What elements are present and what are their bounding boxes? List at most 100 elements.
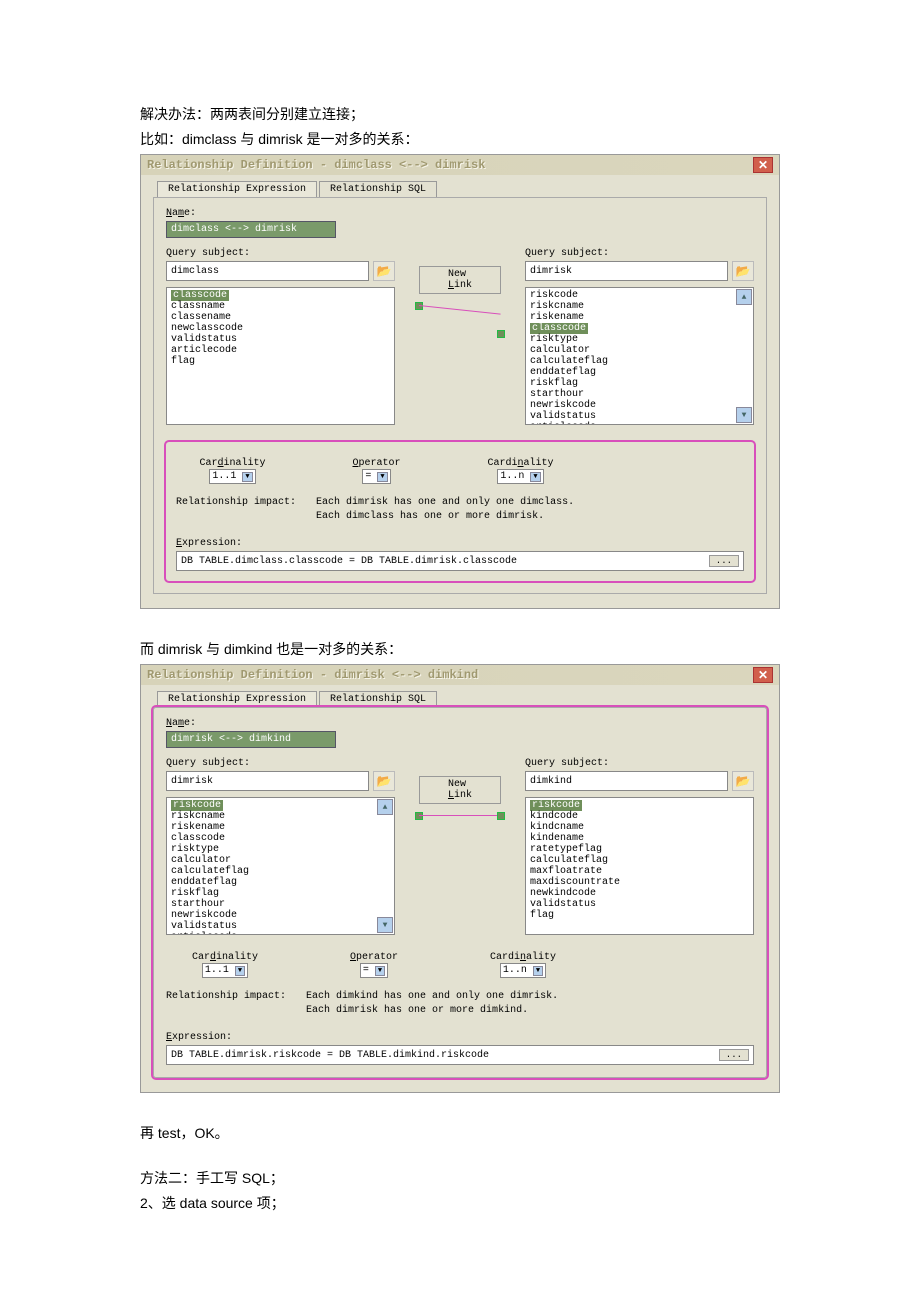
list-item[interactable]: risktype — [530, 334, 749, 345]
impact-text: Each dimrisk has one or more dimkind. — [306, 1004, 558, 1018]
list-item[interactable]: riskcode — [530, 290, 749, 301]
doc-line: 方法二：手工写 SQL； — [140, 1168, 780, 1189]
list-item[interactable]: validstatus — [530, 411, 749, 422]
right-fields-list[interactable]: riskcoderiskcnameriskenameclasscoderiskt… — [525, 287, 754, 425]
operator-select[interactable]: =▼ — [362, 469, 390, 484]
tab-sql[interactable]: Relationship SQL — [319, 691, 437, 707]
list-item[interactable]: classcode — [171, 290, 229, 301]
query-subject-label: Query subject: — [166, 248, 395, 259]
right-subject-combo[interactable]: dimkind — [525, 771, 728, 791]
list-item[interactable]: maxdiscountrate — [530, 877, 749, 888]
doc-line: 比如：dimclass 与 dimrisk 是一对多的关系： — [140, 129, 780, 150]
expression-edit-button[interactable]: ... — [719, 1049, 749, 1061]
scroll-down-icon[interactable]: ▼ — [736, 407, 752, 423]
link-node — [415, 812, 423, 820]
close-button[interactable]: ✕ — [753, 157, 773, 173]
list-item[interactable]: classcode — [171, 833, 390, 844]
left-subject-combo[interactable]: dimclass — [166, 261, 369, 281]
list-item[interactable]: maxfloatrate — [530, 866, 749, 877]
expression-value[interactable]: DB TABLE.dimclass.classcode = DB TABLE.d… — [181, 556, 517, 567]
list-item[interactable]: riskflag — [171, 888, 390, 899]
expression-label: Expression: — [166, 1032, 754, 1043]
right-fields-list[interactable]: riskcodekindcodekindcnamekindenameratety… — [525, 797, 754, 935]
expression-edit-button[interactable]: ... — [709, 555, 739, 567]
list-item[interactable]: riskcname — [171, 811, 390, 822]
left-cardinality[interactable]: 1..1▼ — [209, 469, 255, 484]
right-subject-combo[interactable]: dimrisk — [525, 261, 728, 281]
list-item[interactable]: articlecode — [171, 932, 390, 935]
left-fields-list[interactable]: riskcoderiskcnameriskenameclasscoderiskt… — [166, 797, 395, 935]
expression-value[interactable]: DB TABLE.dimrisk.riskcode = DB TABLE.dim… — [171, 1050, 489, 1061]
list-item[interactable]: validstatus — [171, 334, 390, 345]
browse-button[interactable]: 📂 — [732, 261, 754, 281]
list-item[interactable]: classname — [171, 301, 390, 312]
dialog-title: Relationship Definition - dimclass <--> … — [147, 158, 485, 172]
list-item[interactable]: riskflag — [530, 378, 749, 389]
list-item[interactable]: newriskcode — [530, 400, 749, 411]
list-item[interactable]: kindcode — [530, 811, 749, 822]
browse-button[interactable]: 📂 — [373, 261, 395, 281]
list-item[interactable]: starthour — [171, 899, 390, 910]
list-item[interactable]: risktype — [171, 844, 390, 855]
list-item[interactable]: calculateflag — [171, 866, 390, 877]
list-item[interactable]: kindename — [530, 833, 749, 844]
left-fields-list[interactable]: classcodeclassnameclassenamenewclasscode… — [166, 287, 395, 425]
name-input[interactable]: dimclass <--> dimrisk — [166, 221, 336, 238]
chevron-down-icon: ▼ — [533, 966, 543, 976]
right-cardinality[interactable]: 1..n▼ — [500, 963, 546, 978]
list-item[interactable]: riskcode — [171, 800, 223, 811]
tab-expression[interactable]: Relationship Expression — [157, 181, 317, 197]
impact-text: Each dimrisk has one and only one dimcla… — [316, 496, 574, 510]
list-item[interactable]: kindcname — [530, 822, 749, 833]
browse-button[interactable]: 📂 — [373, 771, 395, 791]
list-item[interactable]: flag — [530, 910, 749, 921]
list-item[interactable]: calculator — [530, 345, 749, 356]
list-item[interactable]: enddateflag — [171, 877, 390, 888]
list-item[interactable]: calculateflag — [530, 855, 749, 866]
list-item[interactable]: enddateflag — [530, 367, 749, 378]
cardinality-label: Cardinality — [199, 458, 265, 469]
right-cardinality[interactable]: 1..n▼ — [497, 469, 543, 484]
list-item[interactable]: flag — [171, 356, 390, 367]
scroll-down-icon[interactable]: ▼ — [377, 917, 393, 933]
operator-select[interactable]: =▼ — [360, 963, 388, 978]
scroll-up-icon[interactable]: ▲ — [377, 799, 393, 815]
list-item[interactable]: classcode — [530, 323, 588, 334]
name-input[interactable]: dimrisk <--> dimkind — [166, 731, 336, 748]
doc-line: 2、选 data source 项； — [140, 1193, 780, 1214]
list-item[interactable]: riskcode — [530, 800, 582, 811]
new-link-button[interactable]: New Link — [419, 266, 501, 294]
list-item[interactable]: validstatus — [530, 899, 749, 910]
list-item[interactable]: riskename — [171, 822, 390, 833]
list-item[interactable]: newriskcode — [171, 910, 390, 921]
link-node — [497, 330, 505, 338]
list-item[interactable]: classename — [171, 312, 390, 323]
chevron-down-icon: ▼ — [242, 472, 252, 482]
scroll-up-icon[interactable]: ▲ — [736, 289, 752, 305]
list-item[interactable]: calculator — [171, 855, 390, 866]
left-cardinality[interactable]: 1..1▼ — [202, 963, 248, 978]
list-item[interactable]: validstatus — [171, 921, 390, 932]
list-item[interactable]: ratetypeflag — [530, 844, 749, 855]
list-item[interactable]: newkindcode — [530, 888, 749, 899]
relationship-dialog: Relationship Definition - dimclass <--> … — [140, 154, 780, 609]
doc-line: 再 test，OK。 — [140, 1123, 780, 1144]
list-item[interactable]: articlecode — [530, 422, 749, 425]
cardinality-label: Cardinality — [488, 458, 554, 469]
list-item[interactable]: calculateflag — [530, 356, 749, 367]
operator-label: Operator — [353, 458, 401, 469]
new-link-button[interactable]: New Link — [419, 776, 501, 804]
dialog-titlebar: Relationship Definition - dimclass <--> … — [141, 155, 779, 175]
list-item[interactable]: riskename — [530, 312, 749, 323]
tab-sql[interactable]: Relationship SQL — [319, 181, 437, 197]
browse-button[interactable]: 📂 — [732, 771, 754, 791]
close-button[interactable]: ✕ — [753, 667, 773, 683]
left-subject-combo[interactable]: dimrisk — [166, 771, 369, 791]
chevron-down-icon: ▼ — [375, 966, 385, 976]
impact-label: Relationship impact: — [176, 496, 296, 524]
tab-expression[interactable]: Relationship Expression — [157, 691, 317, 707]
list-item[interactable]: newclasscode — [171, 323, 390, 334]
list-item[interactable]: articlecode — [171, 345, 390, 356]
list-item[interactable]: starthour — [530, 389, 749, 400]
list-item[interactable]: riskcname — [530, 301, 749, 312]
